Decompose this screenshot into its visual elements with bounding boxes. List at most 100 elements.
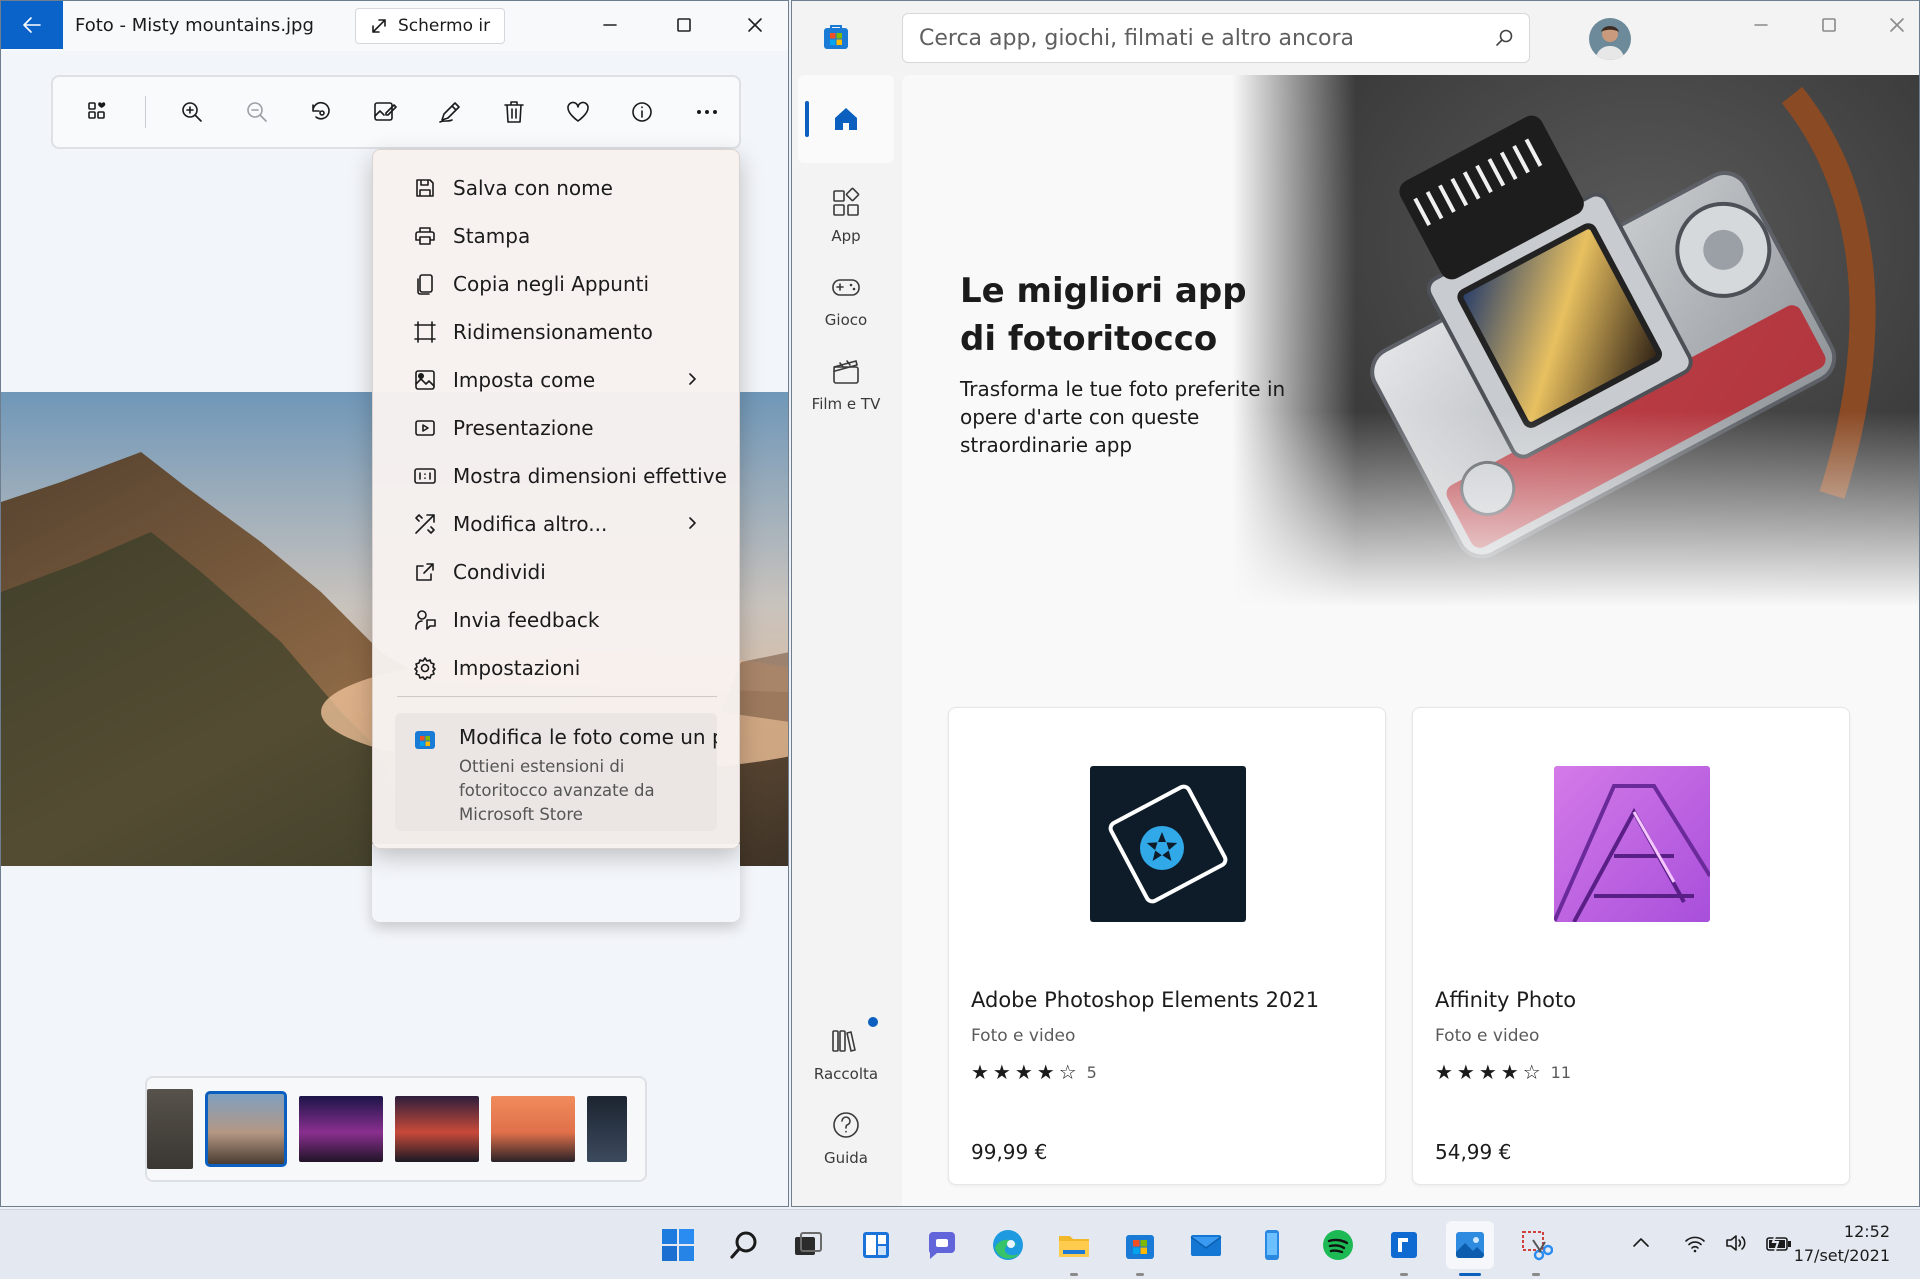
save-icon [416,179,434,197]
app-card-photoshop-elements[interactable]: Adobe Photoshop Elements 2021 Foto e vid… [948,707,1386,1185]
edit-more-icon [415,514,435,534]
photo-toolbar [51,75,741,149]
search-input[interactable]: Cerca app, giochi, filmati e altro ancor… [902,13,1530,63]
spotify-button[interactable] [1314,1221,1362,1269]
avatar[interactable] [1589,18,1631,60]
minimize-button[interactable] [576,1,644,49]
info-icon [632,102,653,122]
store-app-icon [824,25,848,49]
menu-item-feedback[interactable]: Invia feedback [373,598,739,642]
menu-item-copy[interactable]: Copia negli Appunti [373,262,739,306]
app-category: Foto e video [1435,1026,1540,1046]
app-button[interactable] [1380,1221,1428,1276]
battery-charging-icon[interactable] [1766,1232,1792,1254]
filmstrip-thumb[interactable] [491,1096,575,1162]
running-indicator [1532,1273,1540,1276]
filmstrip-thumb[interactable] [395,1096,479,1162]
app-category: Foto e video [971,1026,1076,1046]
widgets-button[interactable] [852,1221,900,1269]
menu-item-share[interactable]: Condividi [373,550,739,594]
menu-backdrop [372,844,740,922]
clock[interactable]: 12:52 17/set/2021 [1794,1220,1890,1268]
menu-item-label: Salva con nome [453,176,613,200]
menu-item-settings[interactable]: Impostazioni [373,646,739,690]
filmstrip-thumb[interactable] [299,1096,383,1162]
info-button[interactable] [610,84,674,140]
mail-button[interactable] [1182,1221,1230,1269]
more-button[interactable] [675,84,739,140]
start-button[interactable] [654,1221,702,1269]
add-to-album-button[interactable] [67,84,131,140]
expand-icon [372,19,386,33]
snipping-tool-button[interactable] [1512,1221,1560,1276]
filmstrip-thumb-selected[interactable] [205,1091,287,1167]
nav-active-indicator [805,101,809,137]
more-icon [696,110,717,114]
menu-item-label: Invia feedback [453,608,600,632]
menu-item-edit-more[interactable]: Modifica altro... [373,502,739,546]
store-icon [415,731,435,749]
print-icon [415,227,435,245]
nav-raccolta[interactable]: Raccolta [798,1017,894,1083]
promo-title: Modifica le foto come un p [459,725,717,749]
menu-item-actual-size[interactable]: Mostra dimensioni effettive [373,454,739,498]
photos-taskbar-button[interactable] [1446,1221,1494,1276]
rotate-button[interactable] [289,84,353,140]
edge-button[interactable] [984,1221,1032,1269]
draw-button[interactable] [417,84,481,140]
menu-item-save-as[interactable]: Salva con nome [373,166,739,210]
spotify-icon [1323,1230,1353,1260]
volume-icon[interactable] [1724,1232,1748,1254]
nav-home[interactable] [798,75,894,163]
user-avatar-image [1589,18,1631,60]
filmstrip-thumb[interactable] [147,1089,193,1169]
delete-button[interactable] [482,84,546,140]
close-button[interactable] [721,1,788,49]
close-button[interactable] [1863,1,1919,49]
menu-item-label: Presentazione [453,416,594,440]
chevron-right-icon [689,373,696,385]
zoom-in-button[interactable] [160,84,224,140]
phone-link-button[interactable] [1248,1221,1296,1269]
menu-item-set-as[interactable]: Imposta come [373,358,739,402]
teams-chat-button[interactable] [918,1221,966,1269]
wifi-icon[interactable] [1684,1232,1706,1254]
menu-item-resize[interactable]: Ridimensionamento [373,310,739,354]
maximize-icon [677,18,691,32]
feedback-icon [415,610,436,630]
nav-label: Raccolta [813,1065,879,1083]
search-button[interactable] [720,1221,768,1269]
maximize-button[interactable] [650,1,718,49]
minimize-button[interactable] [1727,1,1795,49]
nav-gioco[interactable]: Gioco [798,271,894,329]
running-indicator [1136,1273,1144,1276]
menu-item-label: Condividi [453,560,546,584]
nav-app[interactable]: App [798,187,894,245]
search-icon[interactable] [1495,28,1515,48]
minimize-icon [603,24,617,26]
file-explorer-button[interactable] [1050,1221,1098,1276]
nav-guida[interactable]: Guida [798,1109,894,1167]
mail-icon [1190,1235,1222,1256]
back-button[interactable] [1,1,63,49]
hero-banner-image[interactable] [1232,75,1919,635]
zoom-out-icon [246,102,267,122]
app-card-affinity-photo[interactable]: Affinity Photo Foto e video ★★★★☆ 11 54,… [1412,707,1850,1185]
task-view-button[interactable] [784,1221,832,1269]
favorite-button[interactable] [546,84,610,140]
nav-film-tv[interactable]: Film e TV [798,355,894,413]
store-extensions-promo[interactable]: Modifica le foto come un p Ottieni esten… [395,713,717,831]
phone-icon [1265,1230,1279,1260]
zoom-out-button[interactable] [225,84,289,140]
filmstrip-thumb[interactable] [587,1096,627,1162]
maximize-button[interactable] [1795,1,1863,49]
fullscreen-button[interactable]: Schermo ir [355,8,505,44]
nav-label: App [831,227,861,245]
menu-item-print[interactable]: Stampa [373,214,739,258]
rating: ★★★★☆ 11 [1435,1060,1571,1084]
menu-item-label: Stampa [453,224,531,248]
store-taskbar-button[interactable] [1116,1221,1164,1276]
menu-item-slideshow[interactable]: Presentazione [373,406,739,450]
edit-image-button[interactable] [353,84,417,140]
chevron-up-icon[interactable] [1630,1232,1652,1254]
